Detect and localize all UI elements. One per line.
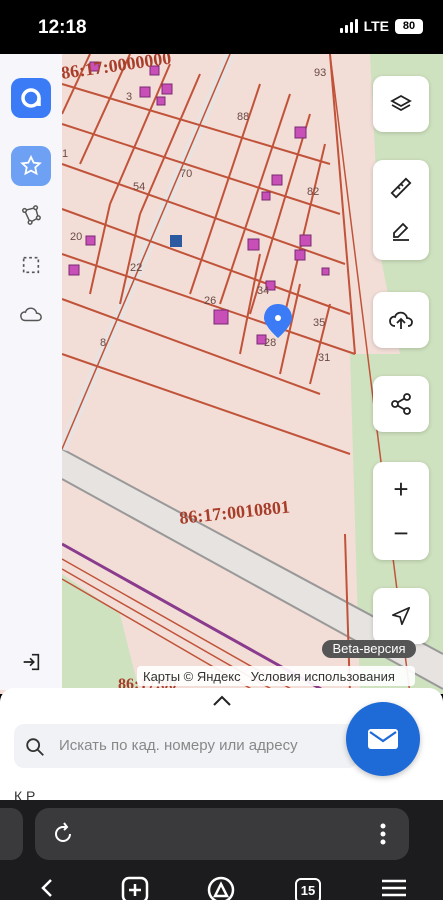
lot-label: 20	[70, 231, 82, 243]
lot-label: 88	[237, 111, 249, 123]
share-icon[interactable]	[373, 376, 429, 432]
search-field[interactable]: Искать по кад. номеру или адресу	[14, 724, 358, 768]
star-icon	[20, 154, 42, 176]
navigation-icon[interactable]	[373, 588, 429, 644]
browser-nav-row: 15	[0, 876, 443, 900]
new-tab-icon	[121, 876, 149, 900]
attribution-text: Карты © Яндекс	[143, 668, 241, 684]
status-time: 12:18	[38, 17, 87, 38]
lot-label: 22	[130, 262, 142, 274]
share-control[interactable]	[373, 376, 429, 432]
map-view[interactable]: 86:17:0000000 86:17:0010801 86:17:00 93 …	[0, 54, 443, 694]
zoom-out-button[interactable]: −	[373, 511, 429, 555]
mail-icon	[368, 729, 398, 749]
battery-icon: 80	[395, 18, 423, 34]
network-type: LTE	[363, 18, 389, 34]
upload-icon[interactable]	[373, 292, 429, 348]
logout-icon	[23, 653, 40, 671]
menu-icon	[382, 879, 406, 897]
zoom-control[interactable]: + −	[373, 462, 429, 560]
select-area-button[interactable]	[11, 245, 51, 285]
signal-icon	[339, 19, 358, 33]
chevron-up-icon[interactable]	[211, 694, 233, 713]
tools-control[interactable]	[373, 160, 429, 260]
lot-label: 26	[204, 295, 216, 307]
select-area-icon	[22, 256, 40, 274]
left-sidebar	[0, 54, 62, 690]
more-icon	[380, 823, 386, 845]
layers-icon[interactable]	[373, 76, 429, 132]
lot-label: 54	[133, 181, 145, 193]
favorites-button[interactable]	[11, 146, 51, 186]
lot-label: 3	[126, 91, 132, 103]
lot-label: 8	[100, 337, 106, 349]
lot-label: 70	[180, 168, 192, 180]
ruler-icon[interactable]	[373, 166, 429, 210]
browser-toolbar: 15	[0, 800, 443, 900]
cloud-button[interactable]	[11, 295, 51, 335]
tab-count[interactable]: 15	[295, 878, 321, 900]
locate-control[interactable]	[373, 588, 429, 644]
contact-button[interactable]	[346, 702, 420, 776]
status-indicators: LTE 80	[339, 18, 423, 34]
lot-label: 28	[264, 337, 276, 349]
previous-tab-pill[interactable]	[0, 808, 23, 860]
lot-label: 82	[307, 186, 319, 198]
logout-button[interactable]	[11, 642, 51, 682]
address-bar[interactable]	[35, 808, 409, 860]
alice-icon	[207, 876, 235, 900]
back-icon	[41, 879, 52, 897]
map-attribution: Карты © Яндекс Условия использования	[137, 666, 415, 686]
lot-label: 1	[62, 148, 68, 160]
terms-link[interactable]: Условия использования	[251, 669, 395, 684]
reload-icon	[55, 822, 71, 842]
lot-label: 93	[314, 67, 326, 79]
lot-label: 31	[318, 352, 330, 364]
lot-label: 35	[313, 317, 325, 329]
upload-control[interactable]	[373, 292, 429, 348]
edit-icon[interactable]	[373, 210, 429, 254]
search-icon	[26, 738, 44, 756]
zoom-in-button[interactable]: +	[373, 467, 429, 511]
lot-label: 34	[257, 285, 269, 297]
beta-badge: Beta-версия	[322, 640, 416, 658]
status-bar: 12:18 LTE 80	[0, 0, 443, 54]
search-placeholder: Искать по кад. номеру или адресу	[59, 737, 298, 754]
polygon-tool-button[interactable]	[11, 195, 51, 235]
cloud-icon	[20, 307, 42, 322]
app-logo[interactable]	[11, 78, 51, 118]
layers-control[interactable]	[373, 76, 429, 132]
polygon-icon	[22, 205, 41, 225]
